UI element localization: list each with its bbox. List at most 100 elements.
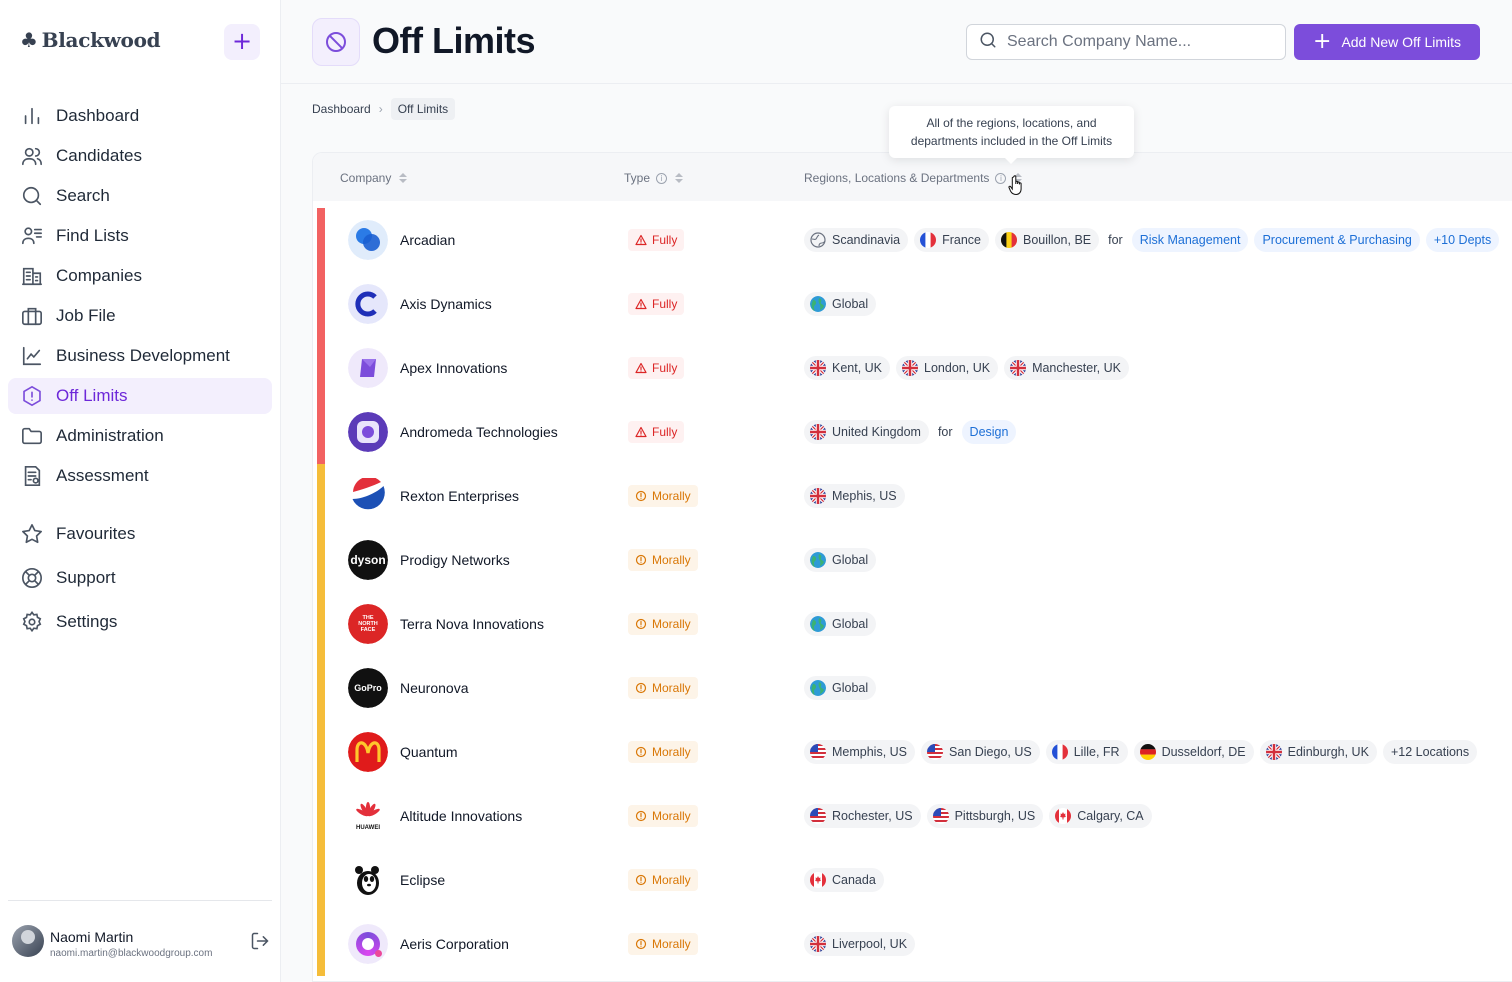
company-name[interactable]: Apex Innovations bbox=[400, 360, 507, 376]
sidebar-item-administration[interactable]: Administration bbox=[8, 418, 272, 454]
quick-add-button[interactable]: + bbox=[224, 24, 260, 60]
table-row[interactable]: Quantum Morally Memphis, US San Diego, US Li… bbox=[313, 720, 1512, 784]
table-row[interactable]: Axis Dynamics Fully Global bbox=[313, 272, 1512, 336]
regions-cell: Mephis, US bbox=[804, 484, 905, 508]
type-badge: Morally bbox=[628, 933, 698, 955]
location-chip: Bouillon, BE bbox=[995, 228, 1100, 252]
department-chip[interactable]: Risk Management bbox=[1131, 228, 1249, 252]
sort-icon[interactable] bbox=[399, 173, 408, 183]
location-label: Pittsburgh, US bbox=[954, 809, 1036, 823]
breadcrumb-dashboard[interactable]: Dashboard bbox=[312, 102, 371, 116]
company-name[interactable]: Altitude Innovations bbox=[400, 808, 522, 824]
sidebar-item-search[interactable]: Search bbox=[8, 178, 272, 214]
location-chip: Liverpool, UK bbox=[804, 932, 916, 956]
club-icon: ♣ bbox=[20, 28, 38, 52]
severity-strip bbox=[317, 720, 325, 784]
search-input[interactable] bbox=[1007, 33, 1267, 51]
info-icon[interactable]: i bbox=[656, 172, 668, 184]
department-chip[interactable]: Procurement & Purchasing bbox=[1254, 228, 1420, 252]
regions-cell: Scandinavia France Bouillon, BE for Risk Man… bbox=[804, 228, 1500, 252]
type-label: Morally bbox=[652, 553, 691, 567]
gopro-logo-text: GoPro bbox=[348, 668, 388, 708]
company-name[interactable]: Prodigy Networks bbox=[400, 552, 510, 568]
table-row[interactable]: HUAWEI Altitude Innovations Morally Rochest… bbox=[313, 784, 1512, 848]
regions-cell: Rochester, US Pittsburgh, US Calgary, CA bbox=[804, 804, 1152, 828]
sidebar-item-dashboard[interactable]: Dashboard bbox=[8, 98, 272, 134]
table-row[interactable]: Aeris Corporation Morally Liverpool, UK bbox=[313, 912, 1512, 976]
for-connector: for bbox=[1108, 233, 1123, 247]
company-name[interactable]: Eclipse bbox=[400, 872, 445, 888]
company-name[interactable]: Rexton Enterprises bbox=[400, 488, 519, 504]
sidebar-item-label: Find Lists bbox=[56, 226, 129, 245]
table-row[interactable]: dyson Prodigy Networks Morally Global bbox=[313, 528, 1512, 592]
lifebuoy-icon bbox=[20, 566, 44, 590]
flag-us-icon bbox=[927, 744, 944, 760]
company-name[interactable]: Aeris Corporation bbox=[400, 936, 509, 952]
table-row[interactable]: Apex Innovations Fully Kent, UK London, UK M… bbox=[313, 336, 1512, 400]
column-regions[interactable]: Regions, Locations & Departments i bbox=[804, 171, 1023, 185]
table-row[interactable]: THE NORTH FACE Terra Nova Innovations Mora… bbox=[313, 592, 1512, 656]
table-row[interactable]: Arcadian Fully Scandinavia France Bouillon, … bbox=[313, 208, 1512, 272]
column-label: Type bbox=[624, 171, 651, 185]
company-name[interactable]: Neuronova bbox=[400, 680, 469, 696]
severity-strip bbox=[317, 528, 325, 592]
user-panel: Naomi Martin naomi.martin@blackwoodgroup… bbox=[8, 900, 272, 982]
company-name[interactable]: Terra Nova Innovations bbox=[400, 616, 544, 632]
regions-cell: Kent, UK London, UK Manchester, UK bbox=[804, 356, 1129, 380]
sidebar-item-assessment[interactable]: Assessment bbox=[8, 458, 272, 494]
sidebar-item-job-file[interactable]: Job File bbox=[8, 298, 272, 334]
sort-icon[interactable] bbox=[675, 173, 684, 183]
info-icon[interactable]: i bbox=[995, 172, 1007, 184]
sidebar-item-settings[interactable]: Settings bbox=[8, 604, 272, 640]
logout-icon[interactable] bbox=[250, 931, 270, 956]
column-type[interactable]: Type i bbox=[624, 171, 684, 185]
for-connector: for bbox=[937, 425, 953, 439]
star-icon bbox=[20, 522, 44, 546]
department-chip[interactable]: +10 Depts bbox=[1425, 228, 1500, 252]
company-logo bbox=[348, 220, 388, 260]
location-label: Bouillon, BE bbox=[1023, 233, 1092, 247]
column-company[interactable]: Company bbox=[340, 171, 408, 185]
department-chip[interactable]: Design bbox=[961, 420, 1017, 444]
flag-uk-icon bbox=[810, 360, 826, 376]
type-badge: Fully bbox=[628, 421, 685, 443]
sidebar-item-business-development[interactable]: Business Development bbox=[8, 338, 272, 374]
sidebar-item-off-limits[interactable]: Off Limits bbox=[8, 378, 272, 414]
location-label: Liverpool, UK bbox=[832, 937, 908, 951]
sidebar-item-companies[interactable]: Companies bbox=[8, 258, 272, 294]
company-name[interactable]: Quantum bbox=[400, 744, 458, 760]
sidebar: ♣ Blackwood + Dashboard Candidates Searc… bbox=[0, 0, 281, 982]
table-row[interactable]: GoPro Neuronova Morally Global bbox=[313, 656, 1512, 720]
document-icon bbox=[20, 464, 44, 488]
company-name[interactable]: Andromeda Technologies bbox=[400, 424, 558, 440]
table-row[interactable]: Rexton Enterprises Morally Mephis, US bbox=[313, 464, 1512, 528]
sidebar-item-find-lists[interactable]: Find Lists bbox=[8, 218, 272, 254]
users-icon bbox=[20, 144, 44, 168]
company-name[interactable]: Arcadian bbox=[400, 232, 455, 248]
add-off-limits-button[interactable]: + Add New Off Limits bbox=[1294, 24, 1480, 60]
location-chip: Lille, FR bbox=[1045, 740, 1128, 764]
sidebar-item-support[interactable]: Support bbox=[8, 560, 272, 596]
user-name: Naomi Martin bbox=[50, 929, 134, 945]
avatar[interactable] bbox=[12, 925, 44, 957]
sidebar-item-candidates[interactable]: Candidates bbox=[8, 138, 272, 174]
table-row[interactable]: Eclipse Morally Canada bbox=[313, 848, 1512, 912]
table-row[interactable]: Andromeda Technologies Fully United Kingdo… bbox=[313, 400, 1512, 464]
more-locations-chip[interactable]: +12 Locations bbox=[1382, 740, 1478, 764]
brand-logo[interactable]: ♣ Blackwood bbox=[20, 28, 161, 52]
location-chip: Canada bbox=[804, 868, 884, 892]
company-logo bbox=[348, 284, 388, 324]
sidebar-item-label: Administration bbox=[56, 426, 164, 445]
search-box[interactable] bbox=[966, 24, 1286, 60]
sidebar-item-favourites[interactable]: Favourites bbox=[8, 516, 272, 552]
type-label: Morally bbox=[652, 681, 691, 695]
search-icon bbox=[20, 184, 44, 208]
folder-icon bbox=[20, 424, 44, 448]
company-logo: HUAWEI bbox=[348, 796, 388, 836]
search-icon bbox=[979, 31, 997, 54]
alert-circle-icon bbox=[635, 938, 647, 950]
add-button-label: Add New Off Limits bbox=[1341, 34, 1461, 50]
location-label: Canada bbox=[832, 873, 876, 887]
location-chip: San Diego, US bbox=[921, 740, 1040, 764]
company-name[interactable]: Axis Dynamics bbox=[400, 296, 492, 312]
